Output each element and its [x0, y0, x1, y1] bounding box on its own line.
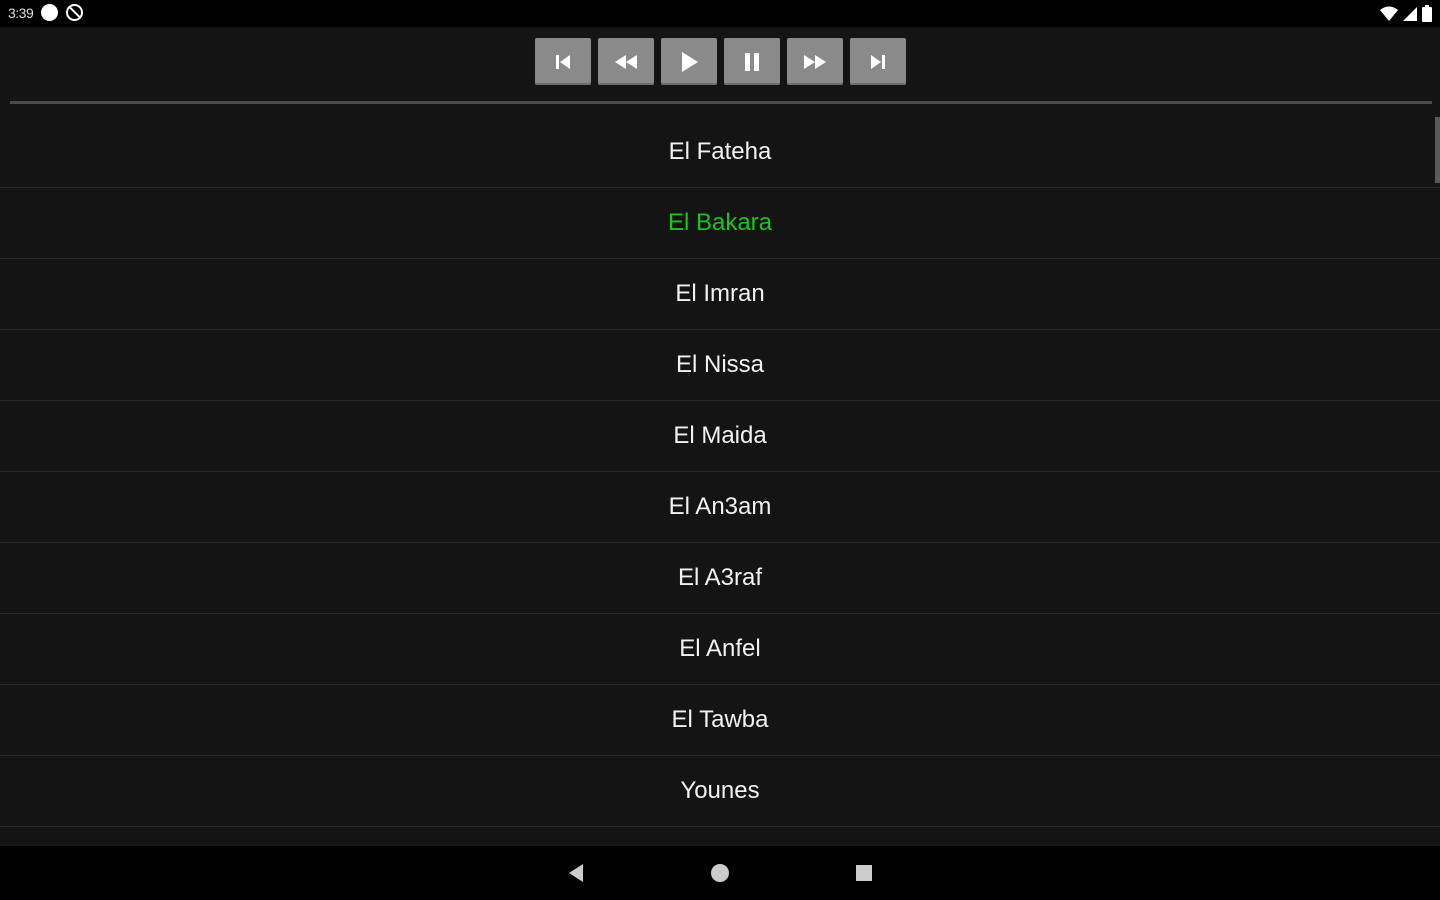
skip-previous-button[interactable] — [535, 38, 591, 85]
track-item[interactable]: El Tawba — [0, 685, 1440, 756]
track-item-active[interactable]: El Bakara — [0, 188, 1440, 259]
home-button[interactable] — [705, 858, 735, 888]
track-item[interactable]: El A3raf — [0, 543, 1440, 614]
pause-icon — [745, 52, 759, 71]
navigation-bar — [0, 846, 1440, 900]
play-icon — [682, 51, 698, 72]
skip-next-button[interactable] — [850, 38, 906, 85]
play-button[interactable] — [661, 38, 717, 85]
skip-previous-icon — [556, 54, 570, 69]
recents-button[interactable] — [849, 858, 879, 888]
dot-icon — [41, 4, 59, 21]
skip-next-icon — [871, 54, 885, 69]
home-icon — [711, 864, 729, 882]
scrollbar-thumb[interactable] — [1435, 117, 1440, 183]
status-time: 3:39 — [8, 4, 34, 21]
status-bar: 3:39 — [0, 0, 1440, 27]
track-item[interactable]: El Fateha — [0, 117, 1440, 188]
track-item[interactable]: El Nissa — [0, 330, 1440, 401]
status-right — [1380, 5, 1432, 22]
track-item[interactable]: El Imran — [0, 259, 1440, 330]
track-item[interactable]: Younes — [0, 756, 1440, 827]
wifi-icon — [1380, 6, 1398, 21]
track-item[interactable]: El Maida — [0, 401, 1440, 472]
playback-controls — [535, 38, 906, 85]
rewind-button[interactable] — [598, 38, 654, 85]
rewind-icon — [615, 54, 637, 69]
progress-divider — [10, 101, 1432, 104]
pause-button[interactable] — [724, 38, 780, 85]
track-item[interactable]: El Anfel — [0, 614, 1440, 685]
track-list[interactable]: El Fateha El Bakara El Imran El Nissa El… — [0, 117, 1440, 847]
recents-icon — [856, 865, 872, 881]
back-icon — [569, 864, 583, 882]
signal-icon — [1403, 6, 1417, 21]
player-toolbar — [0, 27, 1440, 105]
battery-icon — [1422, 5, 1432, 22]
no-sync-icon — [66, 4, 84, 21]
track-item[interactable]: El An3am — [0, 472, 1440, 543]
fast-forward-button[interactable] — [787, 38, 843, 85]
fast-forward-icon — [804, 54, 826, 69]
back-button[interactable] — [561, 858, 591, 888]
status-left: 3:39 — [8, 4, 84, 21]
